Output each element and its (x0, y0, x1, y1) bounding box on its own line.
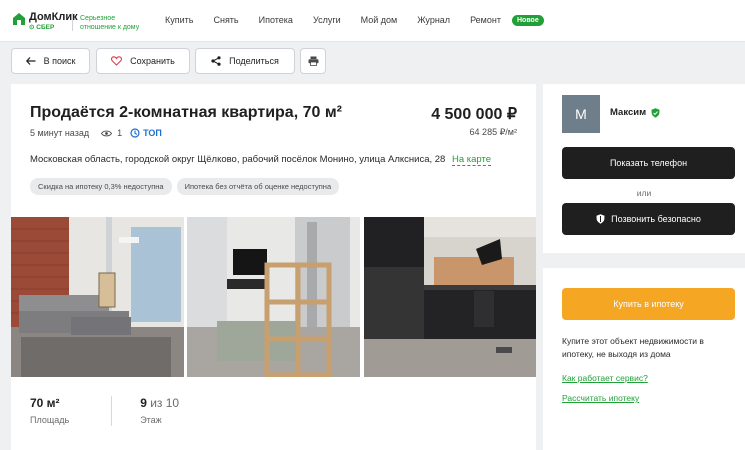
house-logo-icon (13, 13, 25, 25)
show-phone-label: Показать телефон (609, 158, 688, 168)
agent-card: М Максим Показать телефон или Позвонить … (543, 84, 745, 253)
buy-with-mortgage-button[interactable]: Купить в ипотеку (562, 288, 735, 320)
photo-living-room[interactable] (11, 217, 184, 377)
domclick-logo[interactable]: ДомКлик ⊙ СБЕР (12, 12, 78, 32)
printer-icon (308, 56, 318, 66)
verified-shield-icon (651, 107, 660, 118)
back-label: В поиск (43, 56, 76, 66)
calculate-mortgage-link[interactable]: Рассчитать ипотеку (562, 393, 639, 403)
share-button[interactable]: Поделиться (195, 48, 295, 74)
heart-icon (111, 56, 123, 66)
floor-value: 9 из 10 (140, 396, 179, 410)
stat-floor: 9 из 10 Этаж (140, 396, 179, 426)
logo-divider (72, 13, 73, 31)
listing-meta: 5 минут назад 1 ТОП (30, 128, 162, 138)
eye-icon (101, 130, 113, 136)
share-icon (211, 56, 221, 66)
top-badge[interactable]: ТОП (130, 128, 162, 138)
share-label: Поделиться (229, 56, 279, 66)
nav-services[interactable]: Услуги (313, 15, 341, 25)
address-text: Московская область, городской округ Щёлк… (30, 154, 446, 165)
stat-area: 70 м² Площадь (30, 396, 69, 426)
buy-mortgage-label: Купить в ипотеку (613, 299, 684, 309)
main-nav: Купить Снять Ипотека Услуги Мой дом Журн… (165, 15, 521, 25)
photo-gallery[interactable] (11, 217, 536, 377)
views-count: 1 (117, 128, 123, 138)
on-map-link[interactable]: На карте (451, 154, 492, 166)
arrow-left-icon (25, 57, 36, 65)
logo-sub: ⊙ СБЕР (29, 24, 55, 31)
nav-buy[interactable]: Купить (165, 15, 193, 25)
nav-mortgage[interactable]: Ипотека (259, 15, 293, 25)
stats-divider (111, 396, 113, 426)
tag-mortgage-discount[interactable]: Скидка на ипотеку 0,3% недоступна (30, 178, 172, 195)
listing-title: Продаётся 2-комнатная квартира, 70 м² (30, 104, 342, 121)
mortgage-card: Купить в ипотеку Купите этот объект недв… (543, 268, 745, 450)
tag-no-appraisal[interactable]: Ипотека без отчёта об оценке недоступна (176, 178, 340, 195)
top-label: ТОП (143, 128, 162, 138)
listing-price: 4 500 000 ₽ (431, 106, 517, 123)
show-phone-button[interactable]: Показать телефон (562, 147, 735, 179)
agent-name-text: Максим (610, 107, 647, 118)
top-header: ДомКлик ⊙ СБЕР Серьезное отношение к дом… (0, 0, 745, 42)
nav-rent[interactable]: Снять (213, 15, 238, 25)
listing-card: Продаётся 2-комнатная квартира, 70 м² 4 … (11, 84, 536, 450)
shield-icon (596, 214, 605, 224)
new-badge: Новое (512, 15, 544, 26)
area-value: 70 м² (30, 396, 60, 410)
listing-address: Московская область, городской округ Щёлк… (30, 154, 492, 166)
photo-kitchen[interactable] (364, 217, 536, 377)
call-safely-button[interactable]: Позвонить безопасно (562, 203, 735, 235)
floor-label: Этаж (140, 415, 162, 425)
nav-repair[interactable]: Ремонт (470, 15, 501, 25)
photo-room-shelves[interactable] (187, 217, 360, 377)
back-to-search-button[interactable]: В поиск (11, 48, 90, 74)
key-stats: 70 м² Площадь 9 из 10 Этаж (30, 396, 179, 426)
price-per-m2: 64 285 ₽/м² (469, 127, 517, 137)
nav-my-home[interactable]: Мой дом (361, 15, 398, 25)
mortgage-description: Купите этот объект недвижимости в ипотек… (562, 336, 704, 359)
top-rocket-icon (130, 128, 140, 138)
area-label: Площадь (30, 415, 70, 425)
tags-row: Скидка на ипотеку 0,3% недоступна Ипотек… (30, 178, 344, 195)
how-service-works-link[interactable]: Как работает сервис? (562, 373, 648, 383)
posted-time: 5 минут назад (30, 128, 90, 138)
floor-total: из 10 (150, 396, 180, 410)
or-separator: или (636, 188, 652, 198)
print-button[interactable] (300, 48, 326, 74)
nav-journal[interactable]: Журнал (417, 15, 450, 25)
save-button[interactable]: Сохранить (96, 48, 190, 74)
save-label: Сохранить (130, 56, 175, 66)
agent-name: Максим (610, 107, 660, 118)
agent-avatar: М (562, 95, 600, 133)
tagline: Серьезное отношение к дому (80, 15, 140, 31)
logo-name: ДомКлик (29, 11, 78, 23)
call-safely-label: Позвонить безопасно (611, 214, 701, 224)
floor-number: 9 (140, 396, 147, 410)
